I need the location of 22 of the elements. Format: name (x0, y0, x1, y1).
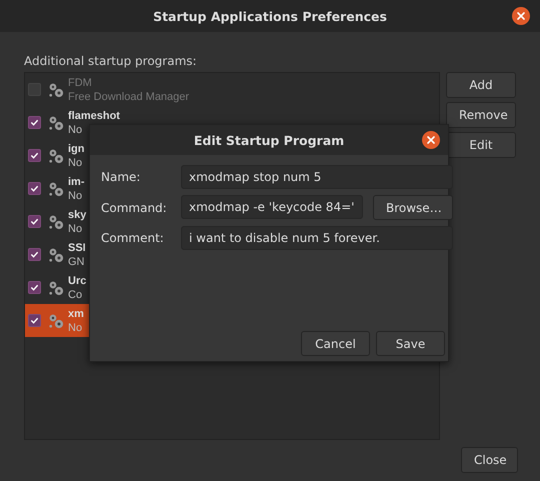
program-name: SSI (68, 240, 86, 254)
program-comment: Co (68, 288, 84, 302)
program-name: sky (68, 208, 86, 222)
program-comment: No (68, 188, 84, 202)
program-name: im- (68, 174, 84, 188)
program-comment: No (68, 222, 84, 236)
dialog-title: Edit Startup Program (194, 132, 344, 148)
field-label: Name: (101, 170, 142, 184)
program-comment: No (68, 320, 84, 334)
program-name: ign (68, 142, 84, 156)
program-comment: No (68, 156, 84, 170)
program-name: FDM (68, 76, 93, 90)
list-label: Additional startup programs: (24, 54, 198, 68)
program-name: xm (68, 306, 84, 320)
program-comment: No (68, 122, 84, 136)
program-name: flameshot (68, 108, 120, 122)
field-label: Command: (101, 200, 168, 214)
program-comment: Free Download Manager (68, 90, 190, 104)
program-comment: GN (68, 254, 86, 268)
field-label: Comment: (101, 231, 165, 245)
window-title: Startup Applications Preferences (153, 8, 387, 24)
program-name: Urc (68, 274, 86, 288)
